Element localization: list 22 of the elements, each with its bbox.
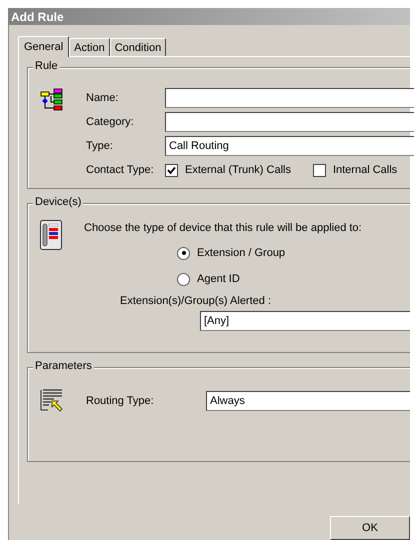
- tab[interactable]: General: [18, 36, 70, 57]
- field-label: Contact Type:: [86, 164, 155, 176]
- field-label: Name:: [86, 92, 120, 104]
- field-label: Type:: [86, 140, 114, 152]
- input-field[interactable]: Always: [206, 391, 410, 411]
- input-field[interactable]: [Any]: [200, 311, 410, 331]
- group-title: Rule: [33, 60, 60, 72]
- window-title: Add Rule: [11, 10, 64, 24]
- tab[interactable]: Condition: [110, 38, 166, 56]
- tab[interactable]: Action: [69, 38, 110, 56]
- radio-label: Agent ID: [197, 273, 240, 285]
- field-label: Category:: [86, 116, 135, 128]
- radio-label: Extension / Group: [197, 247, 286, 259]
- field-label: Routing Type:: [86, 395, 155, 407]
- checkbox-label: External (Trunk) Calls: [185, 164, 291, 176]
- instruction-text: Choose the type of device that this rule will be applied to:: [84, 222, 363, 234]
- field-label: Extension(s)/Group(s) Alerted :: [120, 295, 272, 307]
- group-title: Device(s): [33, 196, 84, 208]
- checkbox-label: Internal Calls: [332, 164, 398, 176]
- group-title: Parameters: [33, 360, 94, 372]
- ok-button[interactable]: OK: [330, 516, 410, 540]
- input-field[interactable]: Call Routing: [165, 136, 414, 156]
